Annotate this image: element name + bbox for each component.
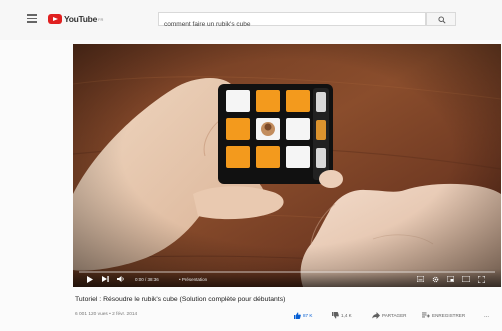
search-icon — [438, 16, 446, 24]
settings-gear-icon[interactable] — [432, 276, 439, 283]
miniplayer-icon[interactable] — [447, 276, 454, 282]
youtube-play-icon — [48, 14, 62, 24]
save-label: ENREGISTRER — [432, 313, 466, 318]
video-title: Tutoriel : Résoudre le rubik's cube (Sol… — [75, 296, 286, 303]
video-frame[interactable] — [73, 44, 501, 287]
more-icon: ... — [484, 312, 490, 319]
more-actions-button[interactable]: ... — [484, 311, 489, 320]
volume-icon[interactable] — [117, 276, 125, 282]
youtube-logo[interactable]: YouTube FR — [48, 12, 103, 26]
thumbs-down-icon — [332, 312, 339, 319]
chapter-label[interactable]: • Présentation — [179, 277, 207, 282]
thumbs-up-icon — [294, 312, 301, 319]
time-display: 0:00 / 38:36 — [135, 277, 159, 282]
like-button[interactable]: 87 K — [294, 311, 312, 320]
save-button[interactable]: ENREGISTRER — [422, 311, 465, 320]
video-player[interactable]: 0:00 / 38:36 • Présentation — [73, 44, 501, 287]
video-view-count-date: 6 001 120 vues • 2 févr. 2014 — [75, 312, 138, 317]
youtube-watch-page: YouTube FR comment faire un rubik's cube… — [0, 0, 502, 331]
logo-text: YouTube — [64, 14, 97, 24]
subtitles-icon[interactable] — [417, 276, 424, 282]
play-icon[interactable] — [87, 276, 93, 283]
share-button[interactable]: PARTAGER — [372, 311, 407, 320]
fullscreen-icon[interactable] — [478, 276, 485, 283]
logo-region: FR — [98, 16, 104, 22]
playlist-add-icon — [422, 312, 430, 318]
like-count: 87 K — [303, 313, 313, 318]
next-icon[interactable] — [102, 276, 109, 282]
dislike-count: 1,4 K — [341, 313, 352, 318]
search-input[interactable] — [159, 18, 425, 31]
player-controls: 0:00 / 38:36 • Présentation — [73, 269, 501, 287]
share-arrow-icon — [372, 312, 380, 319]
search-box[interactable] — [158, 12, 426, 31]
masthead: YouTube FR — [0, 0, 502, 40]
menu-icon[interactable] — [27, 14, 37, 23]
theater-mode-icon[interactable] — [462, 276, 470, 282]
dislike-button[interactable]: 1,4 K — [332, 311, 352, 320]
search-button[interactable] — [426, 12, 456, 26]
progress-bar[interactable] — [79, 271, 495, 273]
share-label: PARTAGER — [382, 313, 407, 318]
